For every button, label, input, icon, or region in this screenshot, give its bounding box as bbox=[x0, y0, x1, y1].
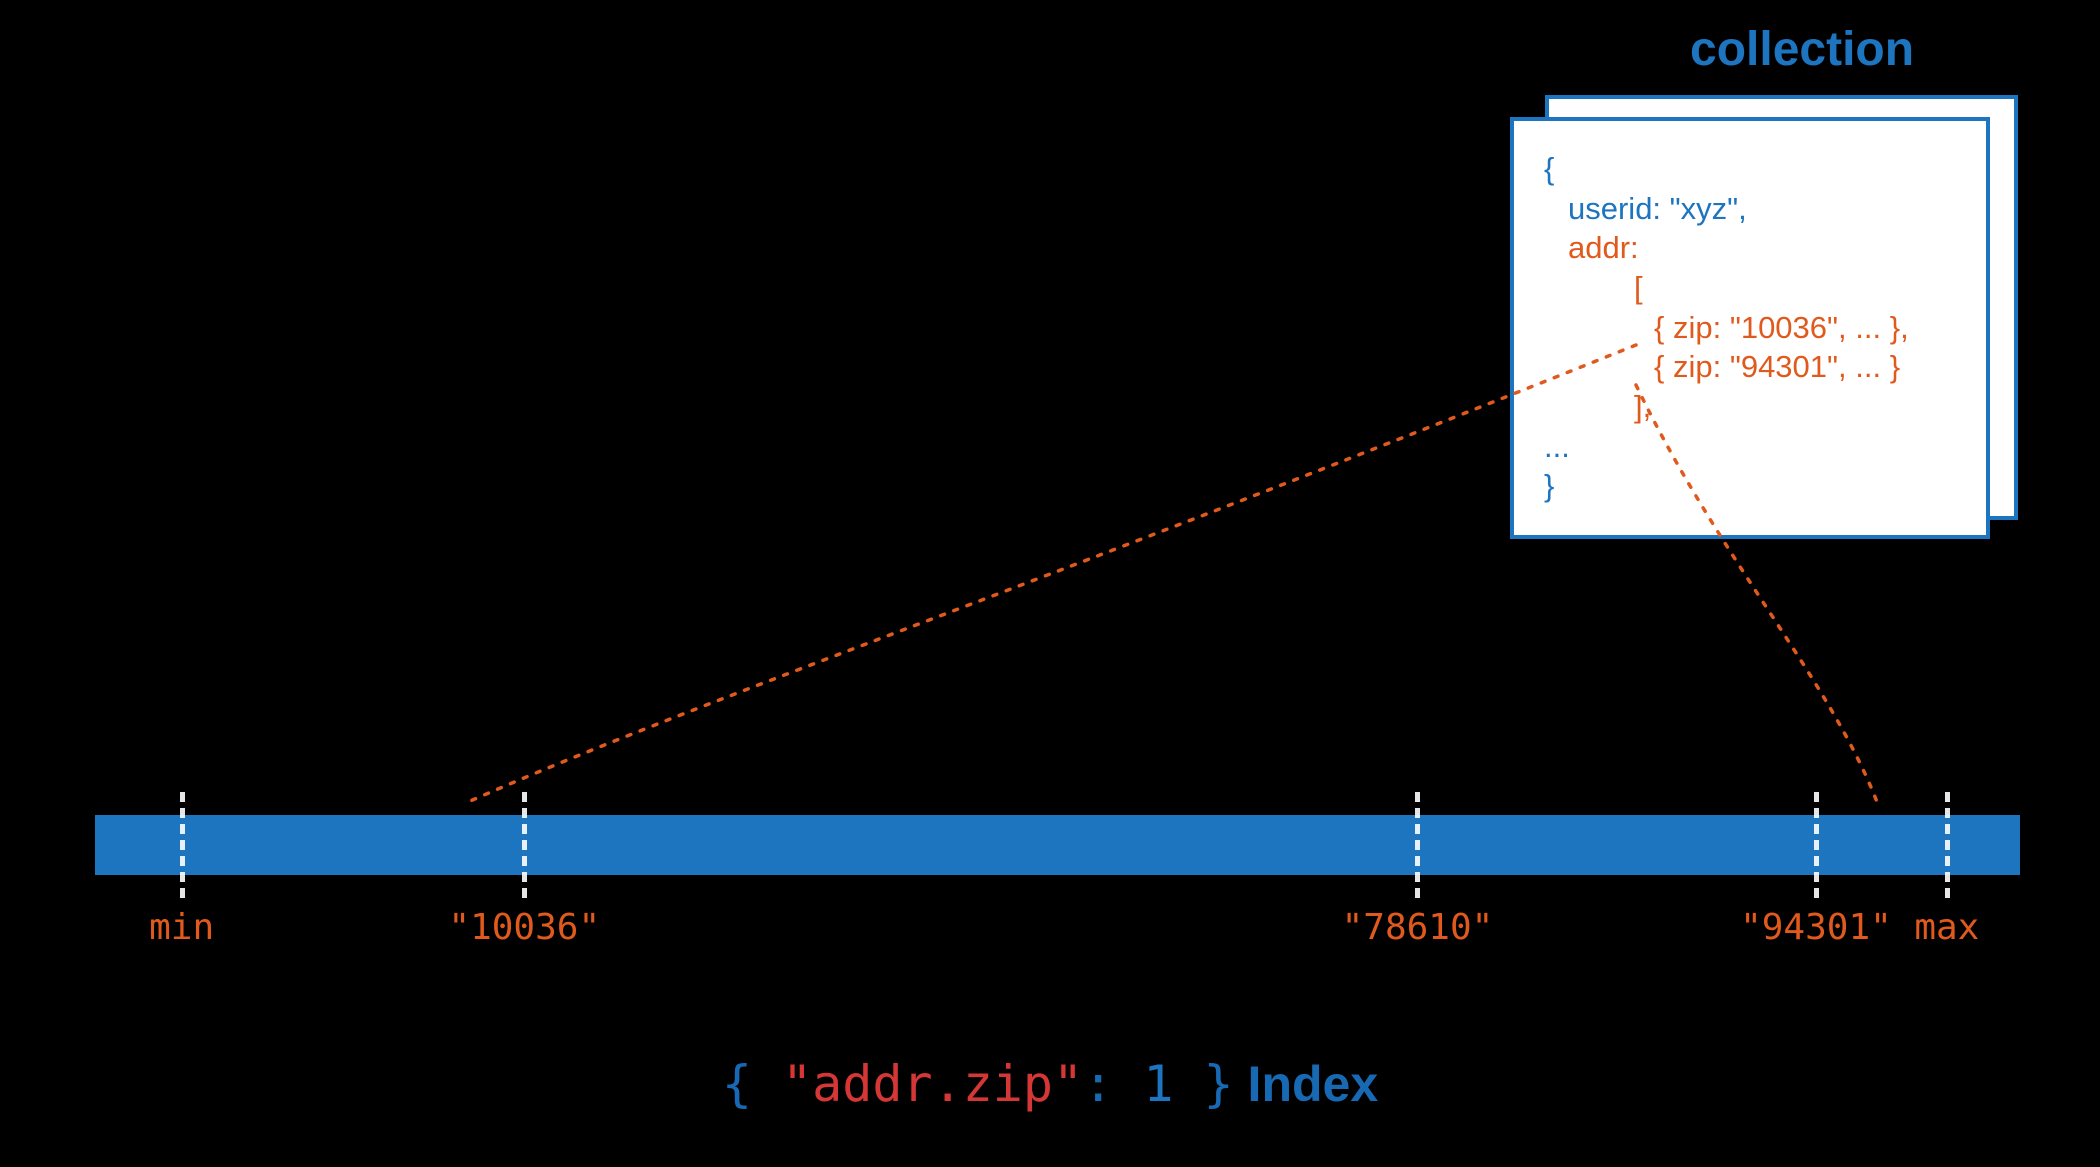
index-tick-label: "78610" bbox=[1342, 907, 1494, 948]
index-tick bbox=[1945, 792, 1950, 898]
index-tick bbox=[180, 792, 185, 898]
doc-open-brace: { bbox=[1544, 149, 1956, 189]
doc-array-close: ], bbox=[1544, 387, 1956, 427]
caption-colon: : bbox=[1083, 1055, 1143, 1113]
caption-value: 1 bbox=[1143, 1055, 1173, 1113]
doc-zip1: { zip: "10036", ... }, bbox=[1544, 308, 1956, 348]
caption-field: "addr.zip" bbox=[782, 1055, 1083, 1113]
index-bar bbox=[95, 815, 2020, 875]
caption-rbrace: } bbox=[1173, 1055, 1233, 1113]
caption-index-word: Index bbox=[1234, 1056, 1378, 1112]
index-caption: { "addr.zip": 1 } Index bbox=[0, 1055, 2100, 1113]
document-card-front: { userid: "xyz", addr: [ { zip: "10036",… bbox=[1510, 117, 1990, 539]
index-tick bbox=[1814, 792, 1819, 898]
document-card-stack: { userid: "xyz", addr: [ { zip: "10036",… bbox=[1510, 95, 2018, 540]
index-tick-label: max bbox=[1914, 907, 1979, 948]
caption-lbrace: { bbox=[722, 1055, 782, 1113]
index-tick-label: "10036" bbox=[448, 907, 600, 948]
index-tick-label: min bbox=[149, 907, 214, 948]
doc-userid: userid: "xyz", bbox=[1544, 189, 1956, 229]
index-tick bbox=[1415, 792, 1420, 898]
doc-array-open: [ bbox=[1544, 268, 1956, 308]
doc-addr-label: addr: bbox=[1544, 228, 1956, 268]
collection-title: collection bbox=[1690, 22, 1914, 77]
doc-close-brace: } bbox=[1544, 466, 1956, 506]
doc-zip2: { zip: "94301", ... } bbox=[1544, 347, 1956, 387]
index-tick bbox=[522, 792, 527, 898]
index-tick-label: "94301" bbox=[1740, 907, 1892, 948]
doc-ellipsis: ... bbox=[1544, 427, 1956, 467]
